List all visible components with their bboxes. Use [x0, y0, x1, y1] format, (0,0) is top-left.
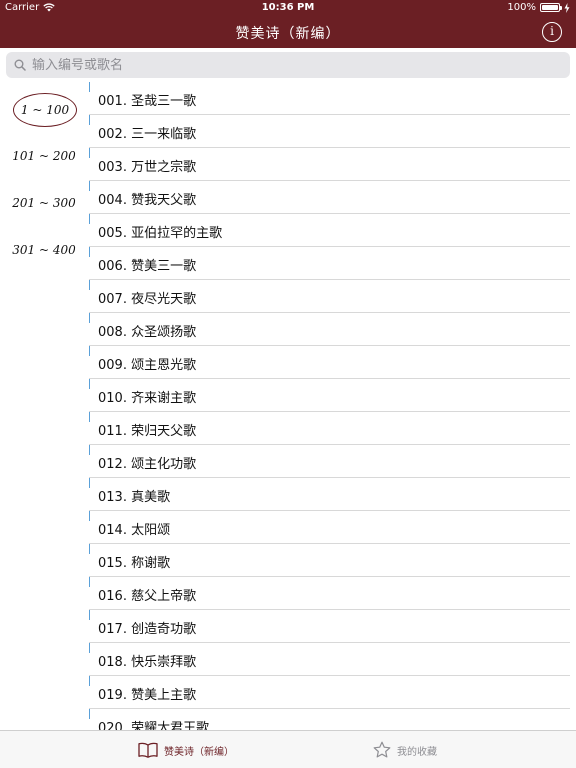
- battery-icon: [540, 3, 562, 12]
- song-row[interactable]: 003. 万世之宗歌: [89, 148, 570, 181]
- row-marker: [89, 379, 90, 389]
- row-marker: [89, 346, 90, 356]
- song-title: 005. 亚伯拉罕的主歌: [98, 226, 223, 241]
- song-row[interactable]: 006. 赞美三一歌: [89, 247, 570, 280]
- star-icon: [373, 741, 391, 758]
- range-index: 1 ~ 100 101 ~ 200 201 ~ 300 301 ~ 400: [0, 82, 88, 730]
- row-marker: [89, 577, 90, 587]
- tab-favorites-label: 我的收藏: [397, 746, 437, 758]
- song-title: 011. 荣归天父歌: [98, 424, 197, 439]
- song-title: 018. 快乐崇拜歌: [98, 655, 197, 670]
- song-title: 012. 颂主化功歌: [98, 457, 197, 472]
- charging-icon: [564, 2, 570, 13]
- row-marker: [89, 511, 90, 521]
- song-row[interactable]: 010. 齐来谢主歌: [89, 379, 570, 412]
- song-row[interactable]: 002. 三一来临歌: [89, 115, 570, 148]
- row-marker: [89, 676, 90, 686]
- song-title: 008. 众圣颂扬歌: [98, 325, 197, 340]
- row-marker: [89, 82, 90, 92]
- range-1-100[interactable]: 1 ~ 100: [13, 93, 77, 127]
- search-icon: [14, 59, 26, 71]
- range-101-200[interactable]: 101 ~ 200: [0, 149, 88, 163]
- range-301-400[interactable]: 301 ~ 400: [0, 243, 88, 257]
- song-title: 001. 圣哉三一歌: [98, 94, 197, 109]
- song-title: 020. 荣耀大君王歌: [98, 721, 210, 730]
- page-title: 赞美诗（新编）: [235, 26, 341, 42]
- row-marker: [89, 478, 90, 488]
- song-row[interactable]: 008. 众圣颂扬歌: [89, 313, 570, 346]
- info-button[interactable]: i: [542, 22, 562, 42]
- song-row[interactable]: 014. 太阳颂: [89, 511, 570, 544]
- row-marker: [89, 181, 90, 191]
- search-area: [0, 48, 576, 82]
- row-marker: [89, 709, 90, 719]
- song-title: 017. 创造奇功歌: [98, 622, 197, 637]
- row-marker: [89, 445, 90, 455]
- song-row[interactable]: 015. 称谢歌: [89, 544, 570, 577]
- song-title: 019. 赞美上主歌: [98, 688, 197, 703]
- song-row[interactable]: 018. 快乐崇拜歌: [89, 643, 570, 676]
- song-title: 006. 赞美三一歌: [98, 259, 197, 274]
- status-bar: Carrier 10:36 PM 100%: [0, 0, 576, 16]
- song-title: 010. 齐来谢主歌: [98, 391, 197, 406]
- search-input[interactable]: [32, 57, 552, 73]
- row-marker: [89, 412, 90, 422]
- row-marker: [89, 214, 90, 224]
- song-row[interactable]: 016. 慈父上帝歌: [89, 577, 570, 610]
- tab-favorites[interactable]: 我的收藏: [373, 731, 437, 768]
- row-marker: [89, 313, 90, 323]
- song-row[interactable]: 013. 真美歌: [89, 478, 570, 511]
- row-marker: [89, 247, 90, 257]
- status-time: 10:36 PM: [261, 2, 315, 13]
- battery-percent: 100%: [507, 2, 536, 13]
- song-title: 002. 三一来临歌: [98, 127, 197, 142]
- song-row[interactable]: 001. 圣哉三一歌: [89, 82, 570, 115]
- song-row[interactable]: 019. 赞美上主歌: [89, 676, 570, 709]
- tab-hymns[interactable]: 赞美诗（新编）: [138, 731, 234, 768]
- song-row[interactable]: 020. 荣耀大君王歌: [89, 709, 570, 730]
- tab-hymns-label: 赞美诗（新编）: [164, 746, 234, 758]
- tab-bar: 赞美诗（新编） 我的收藏: [0, 730, 576, 768]
- song-title: 007. 夜尽光天歌: [98, 292, 197, 307]
- song-row[interactable]: 005. 亚伯拉罕的主歌: [89, 214, 570, 247]
- row-marker: [89, 115, 90, 125]
- row-marker: [89, 148, 90, 158]
- song-title: 015. 称谢歌: [98, 556, 171, 571]
- song-row[interactable]: 004. 赞我天父歌: [89, 181, 570, 214]
- song-row[interactable]: 011. 荣归天父歌: [89, 412, 570, 445]
- song-title: 013. 真美歌: [98, 490, 171, 505]
- row-marker: [89, 280, 90, 290]
- row-marker: [89, 610, 90, 620]
- song-row[interactable]: 009. 颂主恩光歌: [89, 346, 570, 379]
- row-marker: [89, 643, 90, 653]
- song-row[interactable]: 017. 创造奇功歌: [89, 610, 570, 643]
- song-title: 016. 慈父上帝歌: [98, 589, 197, 604]
- row-marker: [89, 544, 90, 554]
- range-201-300[interactable]: 201 ~ 300: [0, 196, 88, 210]
- song-title: 004. 赞我天父歌: [98, 193, 197, 208]
- song-title: 009. 颂主恩光歌: [98, 358, 197, 373]
- battery-group: 100%: [507, 2, 570, 13]
- song-list[interactable]: 001. 圣哉三一歌 002. 三一来临歌 003. 万世之宗歌 004. 赞我…: [89, 82, 570, 730]
- song-title: 014. 太阳颂: [98, 523, 171, 538]
- navigation-bar: 赞美诗（新编） i: [0, 16, 576, 48]
- search-box[interactable]: [6, 52, 570, 78]
- song-row[interactable]: 007. 夜尽光天歌: [89, 280, 570, 313]
- book-icon: [138, 742, 158, 758]
- song-row[interactable]: 012. 颂主化功歌: [89, 445, 570, 478]
- song-title: 003. 万世之宗歌: [98, 160, 197, 175]
